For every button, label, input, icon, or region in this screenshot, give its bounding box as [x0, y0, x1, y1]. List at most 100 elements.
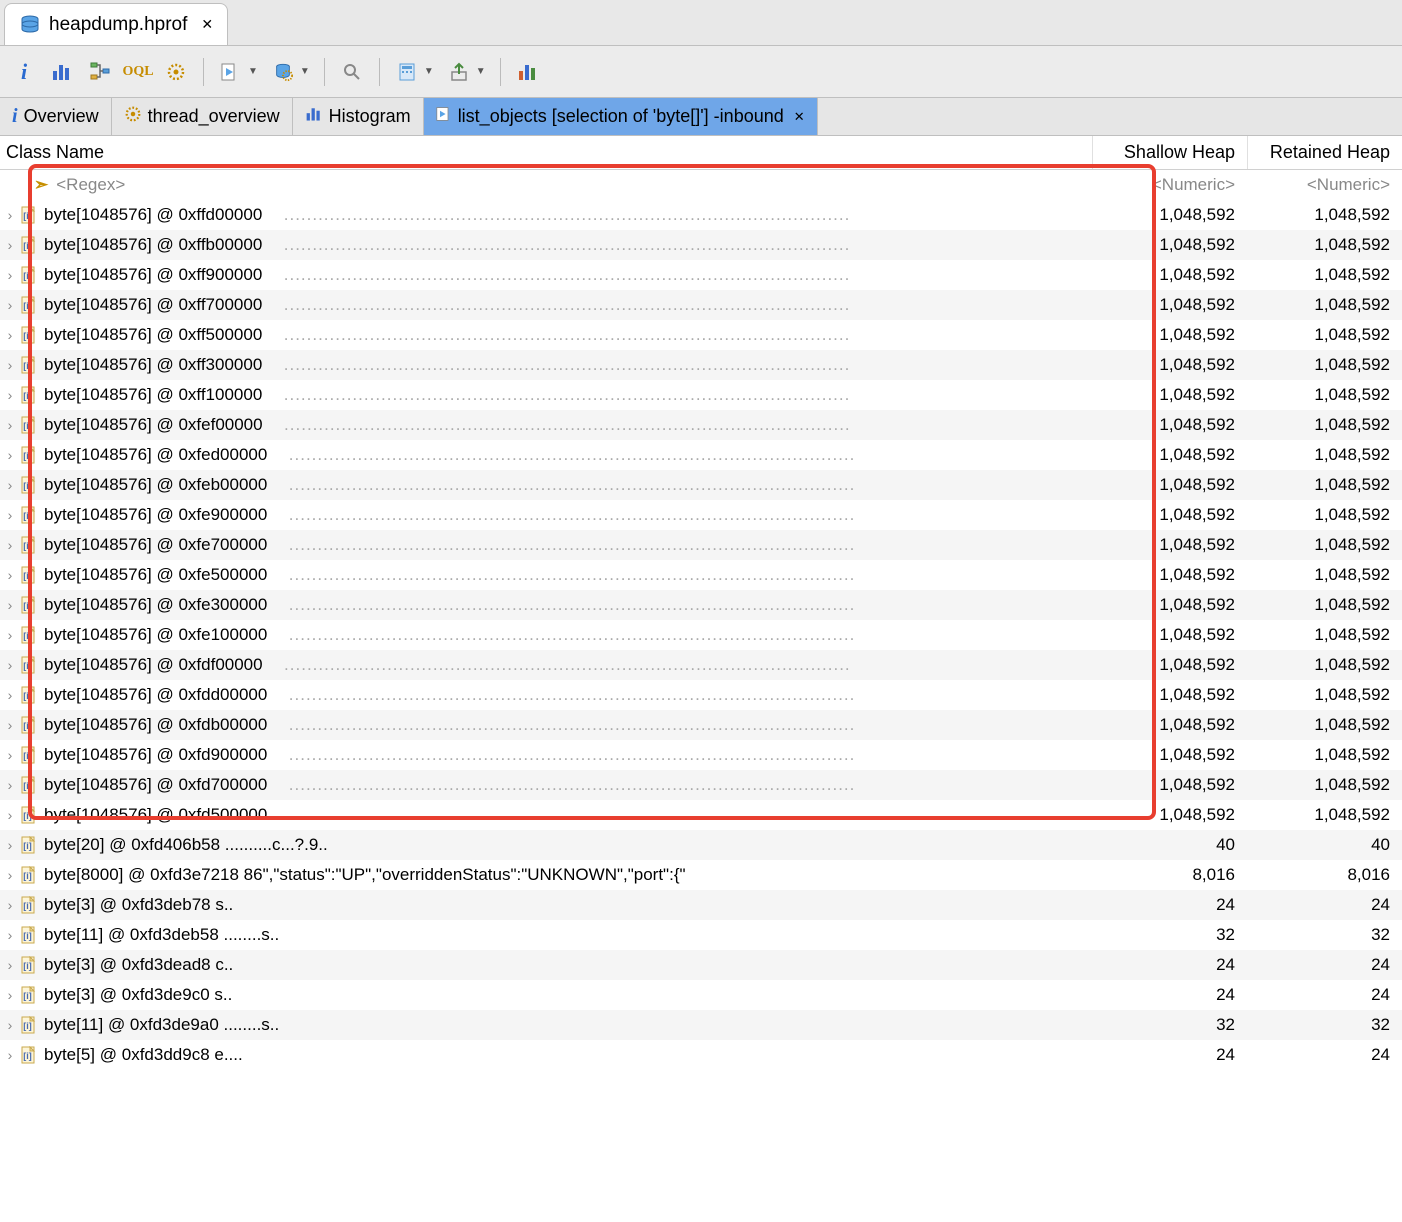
expand-icon[interactable]: › — [0, 627, 20, 643]
chevron-down-icon[interactable]: ▼ — [245, 56, 261, 88]
table-row[interactable]: ›[i]byte[1048576] @ 0xfed00000 1,048,592… — [0, 440, 1402, 470]
class-file-icon: [i] — [20, 746, 38, 764]
row-name-cell: [i]byte[1048576] @ 0xfe300000 — [20, 595, 1092, 615]
expand-icon[interactable]: › — [0, 537, 20, 553]
expand-icon[interactable]: › — [0, 747, 20, 763]
table-row[interactable]: ›[i]byte[1048576] @ 0xfdb00000 1,048,592… — [0, 710, 1402, 740]
expand-icon[interactable]: › — [0, 777, 20, 793]
info-button[interactable]: i — [8, 56, 40, 88]
expand-icon[interactable]: › — [0, 987, 20, 1003]
table-row[interactable]: ›[i]byte[8000] @ 0xfd3e7218 86","status"… — [0, 860, 1402, 890]
table-row[interactable]: ›[i]byte[11] @ 0xfd3de9a0 ........s..323… — [0, 1010, 1402, 1040]
expand-icon[interactable]: › — [0, 1047, 20, 1063]
expand-icon[interactable]: › — [0, 867, 20, 883]
table-row[interactable]: ›[i]byte[3] @ 0xfd3de9c0 s..2424 — [0, 980, 1402, 1010]
numeric-filter-shallow[interactable]: <Numeric> — [1092, 175, 1247, 195]
dotted-fill — [289, 685, 1092, 705]
tab-list-objects[interactable]: list_objects [selection of 'byte[]'] -in… — [424, 98, 818, 135]
table-row[interactable]: ›[i]byte[3] @ 0xfd3dead8 c..2424 — [0, 950, 1402, 980]
table-row[interactable]: ›[i]byte[1048576] @ 0xff900000 1,048,592… — [0, 260, 1402, 290]
tab-histogram[interactable]: Histogram — [293, 98, 424, 135]
column-retained-heap[interactable]: Retained Heap — [1247, 136, 1402, 169]
table-row[interactable]: ›[i]byte[1048576] @ 0xfeb00000 1,048,592… — [0, 470, 1402, 500]
chevron-down-icon[interactable]: ▼ — [421, 56, 437, 88]
expand-icon[interactable]: › — [0, 1017, 20, 1033]
expand-icon[interactable]: › — [0, 717, 20, 733]
export-dropdown[interactable]: ▼ — [443, 56, 489, 88]
close-icon[interactable]: ✕ — [201, 16, 213, 33]
chart-button[interactable] — [512, 56, 544, 88]
table-row[interactable]: ›[i]byte[1048576] @ 0xff300000 1,048,592… — [0, 350, 1402, 380]
filter-row[interactable]: ➣ <Regex> <Numeric> <Numeric> — [0, 170, 1402, 200]
expand-icon[interactable]: › — [0, 297, 20, 313]
table-row[interactable]: ›[i]byte[1048576] @ 0xfd900000 1,048,592… — [0, 740, 1402, 770]
table-row[interactable]: ›[i]byte[11] @ 0xfd3deb58 ........s..323… — [0, 920, 1402, 950]
expand-icon[interactable]: › — [0, 837, 20, 853]
table-row[interactable]: ›[i]byte[5] @ 0xfd3dd9c8 e....2424 — [0, 1040, 1402, 1070]
column-shallow-heap[interactable]: Shallow Heap — [1092, 136, 1247, 169]
expand-icon[interactable]: › — [0, 567, 20, 583]
column-class-name[interactable]: Class Name — [0, 142, 1092, 163]
table-row[interactable]: ›[i]byte[1048576] @ 0xfe700000 1,048,592… — [0, 530, 1402, 560]
file-tab[interactable]: heapdump.hprof ✕ — [4, 3, 228, 45]
table-row[interactable]: ›[i]byte[1048576] @ 0xff100000 1,048,592… — [0, 380, 1402, 410]
table-row[interactable]: ›[i]byte[1048576] @ 0xffd00000 1,048,592… — [0, 200, 1402, 230]
close-icon[interactable]: ✕ — [794, 109, 805, 125]
histogram-button[interactable] — [46, 56, 78, 88]
table-row[interactable]: ›[i]byte[1048576] @ 0xfe500000 1,048,592… — [0, 560, 1402, 590]
tree-button[interactable] — [84, 56, 116, 88]
table-row[interactable]: ›[i]byte[3] @ 0xfd3deb78 s..2424 — [0, 890, 1402, 920]
chevron-down-icon[interactable]: ▼ — [473, 56, 489, 88]
table-row[interactable]: ›[i]byte[1048576] @ 0xfef00000 1,048,592… — [0, 410, 1402, 440]
expand-icon[interactable]: › — [0, 657, 20, 673]
row-name-cell: [i]byte[1048576] @ 0xfeb00000 — [20, 475, 1092, 495]
expand-icon[interactable]: › — [0, 687, 20, 703]
gear-button[interactable] — [160, 56, 192, 88]
chevron-down-icon[interactable]: ▼ — [297, 56, 313, 88]
expand-icon[interactable]: › — [0, 477, 20, 493]
shallow-heap-value: 1,048,592 — [1092, 715, 1247, 735]
expand-icon[interactable]: › — [0, 237, 20, 253]
class-file-icon: [i] — [20, 536, 38, 554]
search-button[interactable] — [336, 56, 368, 88]
table-row[interactable]: ›[i]byte[1048576] @ 0xfd500000 1,048,592… — [0, 800, 1402, 830]
table-row[interactable]: ›[i]byte[1048576] @ 0xfe100000 1,048,592… — [0, 620, 1402, 650]
expand-icon[interactable]: › — [0, 327, 20, 343]
expand-icon[interactable]: › — [0, 357, 20, 373]
expand-icon[interactable]: › — [0, 597, 20, 613]
table-row[interactable]: ›[i]byte[1048576] @ 0xff700000 1,048,592… — [0, 290, 1402, 320]
shallow-heap-value: 1,048,592 — [1092, 565, 1247, 585]
play-dropdown[interactable]: ▼ — [215, 56, 261, 88]
table-row[interactable]: ›[i]byte[1048576] @ 0xffb00000 1,048,592… — [0, 230, 1402, 260]
expand-icon[interactable]: › — [0, 927, 20, 943]
expand-icon[interactable]: › — [0, 267, 20, 283]
expand-icon[interactable]: › — [0, 957, 20, 973]
calc-dropdown[interactable]: ▼ — [391, 56, 437, 88]
table-row[interactable]: ›[i]byte[1048576] @ 0xff500000 1,048,592… — [0, 320, 1402, 350]
expand-icon[interactable]: › — [0, 897, 20, 913]
expand-icon[interactable]: › — [0, 387, 20, 403]
retained-heap-value: 1,048,592 — [1247, 805, 1402, 825]
table-row[interactable]: ›[i]byte[1048576] @ 0xfe900000 1,048,592… — [0, 500, 1402, 530]
dotted-fill — [289, 805, 1092, 825]
tab-thread-overview[interactable]: thread_overview — [112, 98, 293, 135]
oql-button[interactable]: OQL — [122, 56, 154, 88]
table-row[interactable]: ›[i]byte[1048576] @ 0xfdf00000 1,048,592… — [0, 650, 1402, 680]
expand-icon[interactable]: › — [0, 417, 20, 433]
svg-text:[i]: [i] — [23, 631, 32, 641]
expand-icon[interactable]: › — [0, 807, 20, 823]
table-row[interactable]: ›[i]byte[1048576] @ 0xfe300000 1,048,592… — [0, 590, 1402, 620]
numeric-filter-retained[interactable]: <Numeric> — [1247, 175, 1402, 195]
retained-heap-value: 1,048,592 — [1247, 385, 1402, 405]
expand-icon[interactable]: › — [0, 447, 20, 463]
table-row[interactable]: ›[i]byte[20] @ 0xfd406b58 ..........c...… — [0, 830, 1402, 860]
table-row[interactable]: ›[i]byte[1048576] @ 0xfdd00000 1,048,592… — [0, 680, 1402, 710]
retained-heap-value: 1,048,592 — [1247, 745, 1402, 765]
regex-filter[interactable]: <Regex> — [56, 175, 125, 195]
expand-icon[interactable]: › — [0, 507, 20, 523]
dotted-fill — [284, 265, 1092, 285]
db-dropdown[interactable]: ▼ — [267, 56, 313, 88]
table-row[interactable]: ›[i]byte[1048576] @ 0xfd700000 1,048,592… — [0, 770, 1402, 800]
tab-overview[interactable]: i Overview — [0, 98, 112, 135]
expand-icon[interactable]: › — [0, 207, 20, 223]
